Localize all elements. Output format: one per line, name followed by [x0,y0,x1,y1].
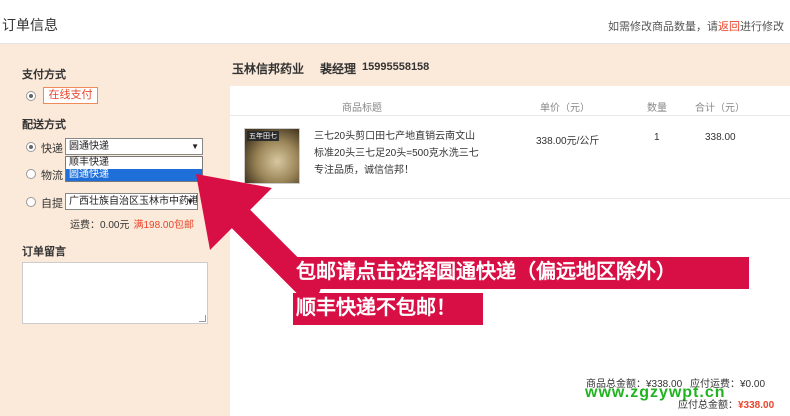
express-label: 快递 [41,143,63,155]
online-pay-button[interactable]: 在线支付 [43,87,98,104]
store-manager: 裴经理 [320,62,357,76]
page-header: 订单信息 如需修改商品数量，请返回进行修改 [0,0,790,44]
dropdown-option-sf[interactable]: 顺丰快递 [66,157,202,169]
product-quantity: 1 [654,132,660,143]
product-image-tag: 五年田七 [247,131,279,141]
pickup-label: 自提 [41,198,63,210]
hint-text-after: 进行修改 [740,21,784,33]
logistics-radio[interactable] [26,169,36,179]
shipping-title: 配送方式 [22,119,66,131]
shipping-fee-text: 运费：0.00元 [70,220,130,231]
payment-title: 支付方式 [22,69,66,81]
store-phone: 15995558158 [362,61,430,73]
header-hint: 如需修改商品数量，请返回进行修改 [608,18,784,34]
back-link[interactable]: 返回 [718,21,740,33]
page-title: 订单信息 [2,17,58,33]
promo-banner-line2: 顺丰快递不包邮！ [293,293,483,325]
promo-banner-line1: 包邮请点击选择圆通快递（偏远地区除外） [293,257,749,289]
hint-text-before: 如需修改商品数量，请 [608,21,718,33]
store-name: 玉林信邦药业 [232,62,305,76]
freight-value: ¥0.00 [740,379,766,390]
express-select-value: 圆通快递 [69,141,109,152]
express-select[interactable]: 圆通快递 ▼ [65,138,203,155]
remark-textarea[interactable] [22,262,208,324]
payment-online-radio[interactable] [26,91,36,101]
logistics-label: 物流 [41,170,63,182]
shipping-fee: 运费：0.00元 满198.00包邮 [70,216,194,231]
header-product-title: 商品标题 [342,103,382,114]
pickup-select[interactable]: 广西壮族自治区玉林市中药港 ▼ [65,193,198,210]
resize-handle-icon[interactable] [199,315,206,322]
pickup-select-value: 广西壮族自治区玉林市中药港 [69,196,198,207]
product-subtotal: 338.00 [705,132,736,143]
product-title[interactable]: 三七20头剪口田七产地直销云南文山标准20头三七足20头=500克水洗三七专注品… [314,128,484,179]
chevron-down-icon: ▼ [191,142,199,151]
express-radio[interactable] [26,142,36,152]
product-unit-price: 338.00元/公斤 [536,136,600,147]
express-dropdown-list: 顺丰快递 圆通快递 [65,156,203,182]
free-shipping-threshold: 满198.00包邮 [133,220,195,231]
payable-value: ¥338.00 [738,400,775,411]
pickup-radio[interactable] [26,197,36,207]
site-watermark: www.zgzywpt.cn [585,384,726,401]
store-bar: 玉林信邦药业 裴经理 15995558158 [230,44,790,86]
table-header-divider [230,115,790,116]
header-subtotal: 合计（元） [695,103,745,114]
header-quantity: 数量 [647,103,667,114]
dropdown-option-yto[interactable]: 圆通快递 [66,169,202,181]
header-unit-price: 单价（元） [540,103,590,114]
remark-title: 订单留言 [22,246,66,258]
